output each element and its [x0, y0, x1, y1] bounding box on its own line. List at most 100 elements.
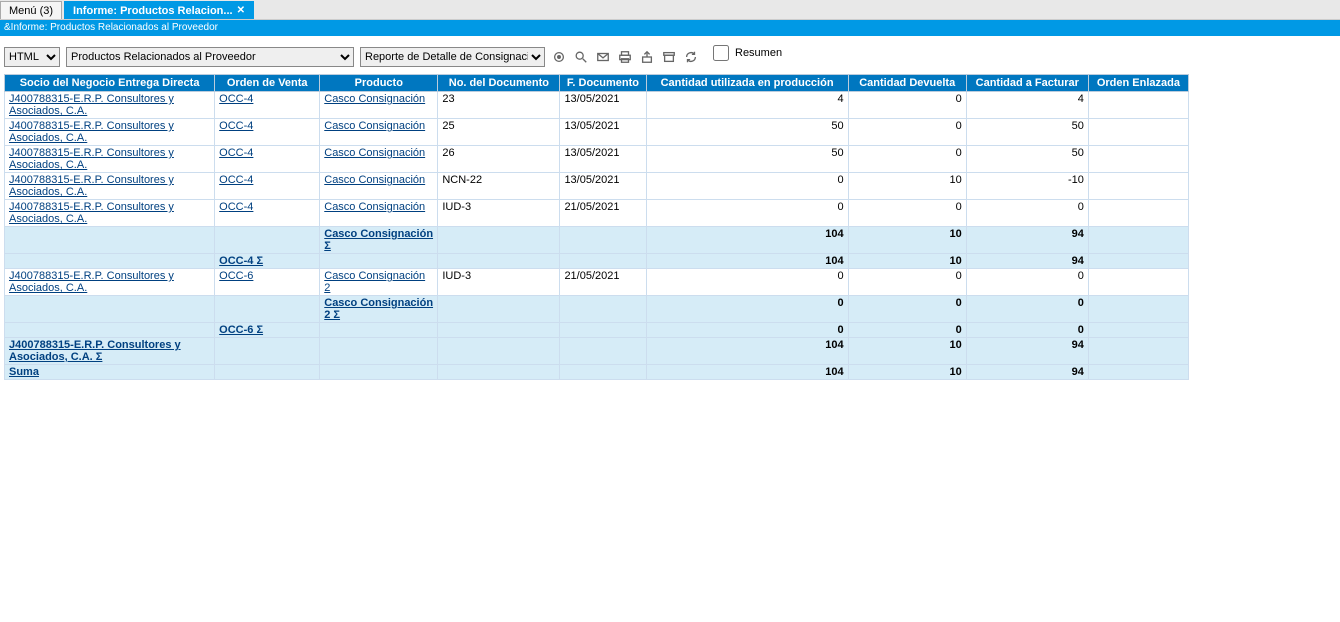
- col-header-cfac[interactable]: Cantidad a Facturar: [966, 75, 1088, 92]
- email-icon[interactable]: [595, 49, 611, 65]
- cell-cdev: 10: [848, 254, 966, 269]
- cell-socio-link[interactable]: J400788315-E.R.P. Consultores y Asociado…: [9, 174, 174, 198]
- cell-producto[interactable]: Casco Consignación 2 Σ: [320, 296, 438, 323]
- col-header-doc[interactable]: No. del Documento: [438, 75, 560, 92]
- table-row: J400788315-E.R.P. Consultores y Asociado…: [5, 173, 1189, 200]
- cell-producto[interactable]: Casco Consignación Σ: [320, 227, 438, 254]
- report-table: Socio del Negocio Entrega Directa Orden …: [4, 74, 1189, 380]
- cell-socio-link[interactable]: J400788315-E.R.P. Consultores y Asociado…: [9, 120, 174, 144]
- search-icon[interactable]: [573, 49, 589, 65]
- col-header-orden[interactable]: Orden de Venta: [215, 75, 320, 92]
- summary-label: Resumen: [735, 47, 782, 59]
- cell-fdoc: [560, 338, 646, 365]
- cell-socio-link[interactable]: J400788315-E.R.P. Consultores y Asociado…: [9, 147, 174, 171]
- cell-socio-link[interactable]: J400788315-E.R.P. Consultores y Asociado…: [9, 93, 174, 117]
- print-icon[interactable]: [617, 49, 633, 65]
- table-row: J400788315-E.R.P. Consultores y Asociado…: [5, 92, 1189, 119]
- cell-producto-link[interactable]: Casco Consignación: [324, 120, 425, 132]
- cell-orden-link[interactable]: OCC-4: [219, 120, 253, 132]
- refresh-icon[interactable]: [683, 49, 699, 65]
- cell-socio: [5, 296, 215, 323]
- export-icon[interactable]: [639, 49, 655, 65]
- col-header-fdoc[interactable]: F. Documento: [560, 75, 646, 92]
- cell-cfac: 0: [966, 296, 1088, 323]
- col-header-cprod[interactable]: Cantidad utilizada en producción: [646, 75, 848, 92]
- cell-orden-link[interactable]: OCC-4: [219, 174, 253, 186]
- subtotal-label[interactable]: OCC-4 Σ: [219, 255, 263, 267]
- cell-orden[interactable]: OCC-4: [215, 92, 320, 119]
- cell-enl: [1088, 227, 1188, 254]
- sub-report-select[interactable]: Reporte de Detalle de Consignación: [360, 47, 545, 67]
- cell-enl: [1088, 119, 1188, 146]
- cell-producto[interactable]: Casco Consignación: [320, 146, 438, 173]
- cell-socio-link[interactable]: J400788315-E.R.P. Consultores y Asociado…: [9, 201, 174, 225]
- cell-orden-link[interactable]: OCC-6: [219, 270, 253, 282]
- close-icon[interactable]: ✕: [237, 2, 245, 20]
- cell-producto[interactable]: Casco Consignación: [320, 200, 438, 227]
- cell-producto[interactable]: Casco Consignación: [320, 92, 438, 119]
- cell-socio[interactable]: Suma: [5, 365, 215, 380]
- cell-socio[interactable]: J400788315-E.R.P. Consultores y Asociado…: [5, 119, 215, 146]
- cell-socio[interactable]: J400788315-E.R.P. Consultores y Asociado…: [5, 92, 215, 119]
- cell-producto-link[interactable]: Casco Consignación: [324, 147, 425, 159]
- summary-checkbox[interactable]: [713, 45, 729, 61]
- subtotal-label[interactable]: OCC-6 Σ: [219, 324, 263, 336]
- format-select[interactable]: HTML: [4, 47, 60, 67]
- cell-socio[interactable]: J400788315-E.R.P. Consultores y Asociado…: [5, 338, 215, 365]
- cell-orden[interactable]: OCC-4: [215, 119, 320, 146]
- cell-socio[interactable]: J400788315-E.R.P. Consultores y Asociado…: [5, 173, 215, 200]
- cell-orden[interactable]: OCC-6 Σ: [215, 323, 320, 338]
- toolbar: HTML Productos Relacionados al Proveedor…: [0, 36, 1340, 74]
- cell-socio-link[interactable]: J400788315-E.R.P. Consultores y Asociado…: [9, 270, 174, 294]
- summary-checkbox-wrap[interactable]: Resumen: [709, 42, 782, 64]
- cell-orden[interactable]: OCC-6: [215, 269, 320, 296]
- cell-producto-link[interactable]: Casco Consignación: [324, 174, 425, 186]
- cell-cprod: 104: [646, 365, 848, 380]
- cell-producto: [320, 323, 438, 338]
- col-header-enl[interactable]: Orden Enlazada: [1088, 75, 1188, 92]
- cell-socio[interactable]: J400788315-E.R.P. Consultores y Asociado…: [5, 146, 215, 173]
- subtotal-label[interactable]: Suma: [9, 366, 39, 378]
- cell-producto[interactable]: Casco Consignación 2: [320, 269, 438, 296]
- cell-orden[interactable]: OCC-4: [215, 146, 320, 173]
- cell-doc: [438, 227, 560, 254]
- cell-fdoc: [560, 254, 646, 269]
- cell-cdev: 0: [848, 323, 966, 338]
- cell-orden[interactable]: OCC-4: [215, 173, 320, 200]
- cell-producto[interactable]: Casco Consignación: [320, 173, 438, 200]
- tab-bar: Menú (3) Informe: Productos Relacion... …: [0, 0, 1340, 20]
- col-header-cdev[interactable]: Cantidad Devuelta: [848, 75, 966, 92]
- cell-cfac: 94: [966, 365, 1088, 380]
- cell-producto-link[interactable]: Casco Consignación 2: [324, 270, 425, 294]
- tab-report-label: Informe: Productos Relacion...: [73, 2, 233, 20]
- cell-fdoc: 13/05/2021: [560, 173, 646, 200]
- cell-cfac: -10: [966, 173, 1088, 200]
- cell-orden[interactable]: OCC-4 Σ: [215, 254, 320, 269]
- table-row: J400788315-E.R.P. Consultores y Asociado…: [5, 119, 1189, 146]
- cell-orden-link[interactable]: OCC-4: [219, 147, 253, 159]
- tab-report[interactable]: Informe: Productos Relacion... ✕: [64, 1, 254, 19]
- cell-cprod: 0: [646, 323, 848, 338]
- subtotal-label[interactable]: J400788315-E.R.P. Consultores y Asociado…: [9, 339, 181, 363]
- cell-orden[interactable]: OCC-4: [215, 200, 320, 227]
- target-icon[interactable]: [551, 49, 567, 65]
- cell-socio[interactable]: J400788315-E.R.P. Consultores y Asociado…: [5, 269, 215, 296]
- report-select[interactable]: Productos Relacionados al Proveedor: [66, 47, 354, 67]
- cell-producto-link[interactable]: Casco Consignación: [324, 93, 425, 105]
- archive-icon[interactable]: [661, 49, 677, 65]
- cell-orden-link[interactable]: OCC-4: [219, 201, 253, 213]
- cell-orden-link[interactable]: OCC-4: [219, 93, 253, 105]
- cell-producto: [320, 338, 438, 365]
- cell-cdev: 0: [848, 296, 966, 323]
- col-header-socio[interactable]: Socio del Negocio Entrega Directa: [5, 75, 215, 92]
- cell-producto-link[interactable]: Casco Consignación: [324, 201, 425, 213]
- tab-menu-label: Menú (3): [9, 2, 53, 20]
- subtotal-label[interactable]: Casco Consignación Σ: [324, 228, 433, 252]
- col-header-producto[interactable]: Producto: [320, 75, 438, 92]
- subtotal-label[interactable]: Casco Consignación 2 Σ: [324, 297, 433, 321]
- cell-cdev: 10: [848, 365, 966, 380]
- tab-menu[interactable]: Menú (3): [0, 1, 62, 19]
- cell-doc: 26: [438, 146, 560, 173]
- cell-socio[interactable]: J400788315-E.R.P. Consultores y Asociado…: [5, 200, 215, 227]
- cell-producto[interactable]: Casco Consignación: [320, 119, 438, 146]
